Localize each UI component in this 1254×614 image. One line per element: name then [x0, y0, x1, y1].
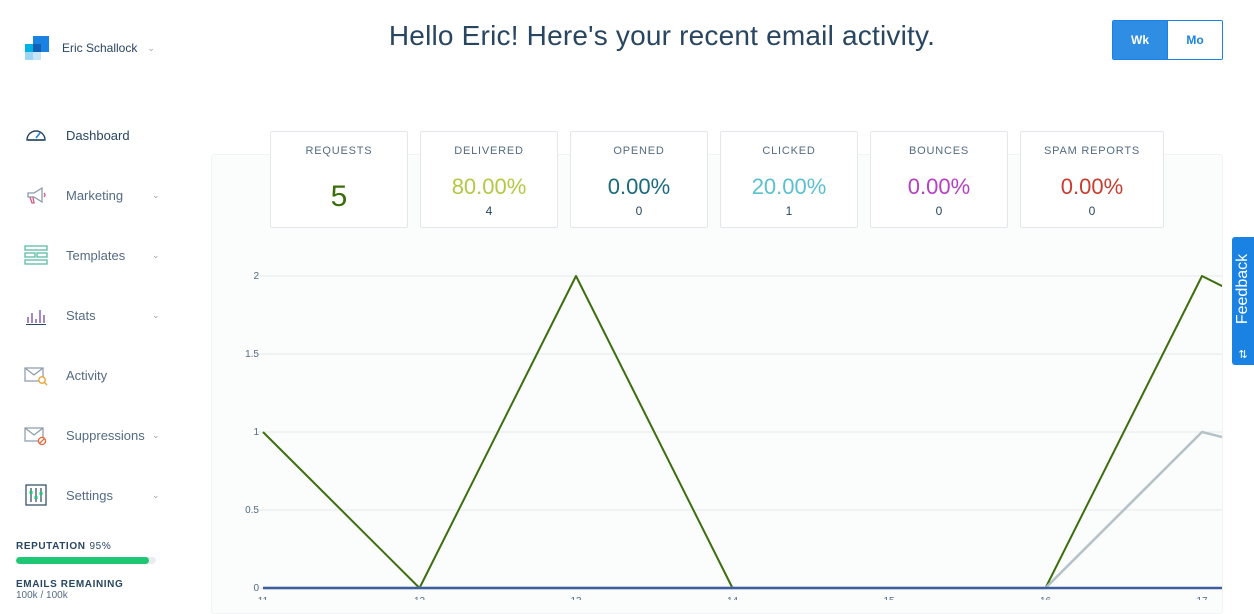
stat-value: 80.00% [451, 174, 527, 199]
stat-card-requests[interactable]: REQUESTS 5 [270, 131, 408, 228]
reputation-value: 95% [89, 541, 112, 552]
sidebar: Eric Schallock ⌄ Dashboard Marketing ⌄ T… [0, 0, 176, 601]
stat-label: BOUNCES [909, 145, 969, 157]
activity-envelope-search-icon [24, 367, 48, 386]
stat-count: 0 [635, 204, 643, 218]
feedback-arrows-icon: ⇅ [1238, 349, 1248, 361]
sidebar-item-label: Templates [66, 247, 126, 263]
sidebar-item-activity[interactable]: Activity [0, 355, 176, 395]
sidebar-item-dashboard[interactable]: Dashboard [0, 115, 176, 155]
period-toggle: Wk Mo [1112, 20, 1223, 60]
stat-label: DELIVERED [454, 145, 524, 157]
sidebar-item-label: Stats [66, 307, 96, 323]
stat-value: 0.00% [1060, 174, 1124, 199]
suppressions-envelope-block-icon [24, 427, 47, 446]
stat-card-bounces[interactable]: BOUNCES 0.00% 0 [870, 131, 1008, 228]
stat-value: 0.00% [907, 174, 971, 199]
sendgrid-logo-icon [25, 36, 49, 60]
page-title: Hello Eric! Here's your recent email act… [388, 20, 936, 51]
stat-value: 0.00% [607, 174, 671, 199]
chevron-down-icon: ⌄ [152, 189, 160, 200]
stat-value: 5 [330, 180, 348, 213]
account-name: Eric Schallock [62, 41, 138, 55]
stat-card-spam-reports[interactable]: SPAM REPORTS 0.00% 0 [1020, 131, 1164, 228]
chevron-down-icon: ⌄ [152, 309, 160, 320]
sidebar-item-suppressions[interactable]: Suppressions ⌄ [0, 415, 176, 455]
chevron-down-icon: ⌄ [152, 489, 160, 500]
sidebar-item-label: Settings [66, 487, 113, 503]
sidebar-item-label: Marketing [66, 187, 124, 203]
emails-remaining-value: 100k / 100k [16, 590, 68, 601]
stat-count: 0 [935, 204, 943, 218]
month-toggle-button[interactable]: Mo [1168, 21, 1222, 59]
reputation-title: REPUTATION [16, 541, 86, 552]
account-switcher[interactable]: Eric Schallock ⌄ [25, 36, 155, 60]
stat-card-delivered[interactable]: DELIVERED 80.00% 4 [420, 131, 558, 228]
stat-label: OPENED [613, 145, 665, 157]
chevron-down-icon: ⌄ [152, 249, 160, 260]
sidebar-item-settings[interactable]: Settings ⌄ [0, 475, 176, 515]
stat-label: REQUESTS [305, 145, 373, 157]
emails-remaining-label: EMAILS REMAINING [16, 579, 124, 590]
reputation-label: REPUTATION 95% [16, 541, 111, 552]
sidebar-item-stats[interactable]: Stats ⌄ [0, 295, 176, 335]
stat-value: 20.00% [751, 174, 827, 199]
feedback-tab[interactable]: Feedback ⇅ [1232, 237, 1254, 365]
stat-label: CLICKED [762, 145, 816, 157]
chevron-down-icon: ⌄ [147, 42, 155, 53]
sidebar-item-templates[interactable]: Templates ⌄ [0, 235, 176, 275]
week-toggle-button[interactable]: Wk [1113, 21, 1168, 59]
sidebar-item-label: Dashboard [66, 127, 130, 143]
dashboard-gauge-icon [26, 130, 46, 141]
stat-card-clicked[interactable]: CLICKED 20.00% 1 [720, 131, 858, 228]
sidebar-item-marketing[interactable]: Marketing ⌄ [0, 175, 176, 215]
reputation-progress-bar [16, 557, 156, 564]
settings-sliders-icon [25, 484, 47, 506]
sidebar-item-label: Activity [66, 367, 108, 383]
chevron-down-icon: ⌄ [152, 429, 160, 440]
stat-label: SPAM REPORTS [1044, 145, 1140, 157]
feedback-label: Feedback [1234, 253, 1251, 325]
stats-bars-icon [26, 310, 46, 325]
stat-count: 4 [485, 204, 493, 218]
reputation-progress-fill [16, 557, 149, 564]
sidebar-item-label: Suppressions [66, 427, 145, 443]
stat-count: 1 [785, 204, 793, 218]
templates-layout-icon [24, 245, 48, 265]
stat-count: 0 [1088, 204, 1096, 218]
stat-card-opened[interactable]: OPENED 0.00% 0 [570, 131, 708, 228]
megaphone-icon [27, 186, 46, 204]
